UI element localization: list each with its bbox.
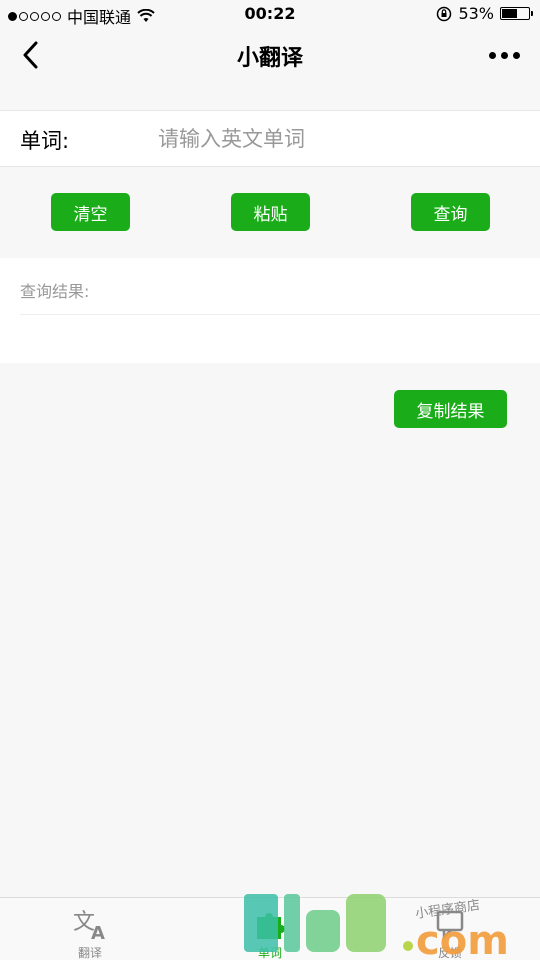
tab-feedback[interactable]: 反馈 — [360, 898, 540, 960]
svg-text:A: A — [91, 923, 105, 941]
word-input[interactable] — [158, 121, 518, 157]
clear-button[interactable]: 清空 — [51, 193, 130, 231]
result-panel: 查询结果: — [0, 258, 540, 363]
tab-label: 反馈 — [437, 946, 462, 960]
feedback-icon — [430, 904, 470, 944]
more-dot-icon — [512, 51, 520, 59]
puzzle-icon — [250, 904, 290, 944]
battery-percent: 53% — [458, 4, 494, 23]
word-label: 单词: — [20, 129, 70, 153]
translate-icon: 文 A — [70, 904, 110, 944]
more-options-button[interactable] — [486, 42, 522, 68]
result-label: 查询结果: — [20, 282, 90, 301]
navigation-bar: 小翻译 — [0, 28, 540, 82]
tab-label: 单词 — [257, 946, 282, 960]
tab-label: 翻译 — [77, 946, 102, 960]
query-button[interactable]: 查询 — [411, 193, 490, 231]
page-title: 小翻译 — [236, 46, 303, 71]
word-input-row: 单词: — [0, 110, 540, 167]
status-bar: 中国联通 00:22 53% — [0, 0, 540, 28]
tab-bar: 文 A 翻译 单词 反馈 — [0, 897, 540, 960]
more-dot-icon — [488, 51, 496, 59]
battery-icon — [500, 7, 533, 20]
rotation-lock-icon — [437, 6, 452, 21]
more-dot-icon — [500, 51, 508, 59]
copy-result-button[interactable]: 复制结果 — [394, 390, 507, 428]
paste-button[interactable]: 粘贴 — [231, 193, 310, 231]
tab-translate[interactable]: 文 A 翻译 — [0, 898, 180, 960]
battery-fill — [502, 9, 517, 18]
result-divider — [20, 314, 540, 315]
tab-word[interactable]: 单词 — [180, 898, 360, 960]
status-right: 53% — [436, 4, 533, 23]
